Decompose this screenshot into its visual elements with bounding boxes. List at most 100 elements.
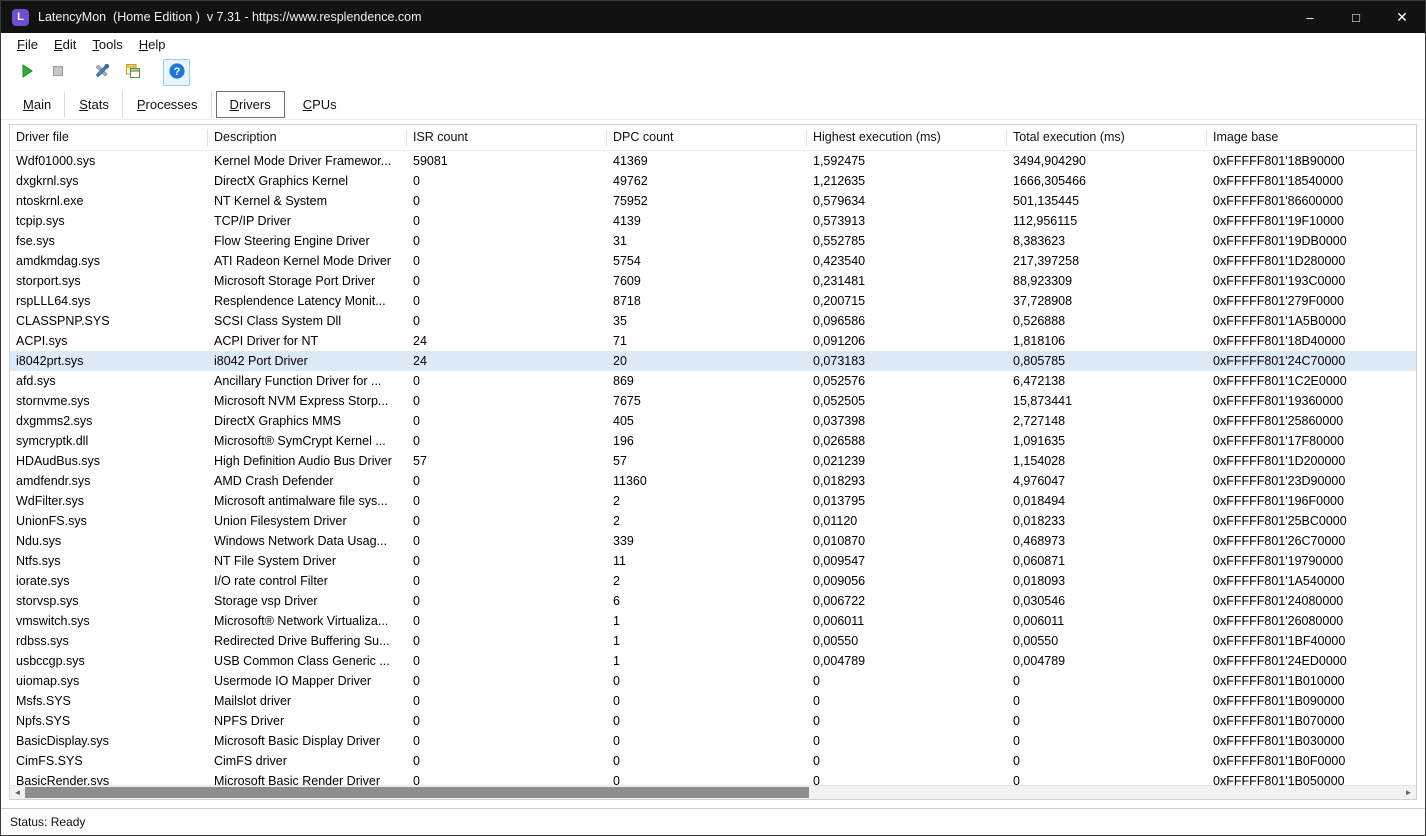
table-cell: 0,805785 [1013,354,1066,368]
tab-processes[interactable]: Processes [123,90,212,118]
table-cell: 0,006011 [813,614,865,628]
tab-cpus[interactable]: CPUs [289,91,351,118]
table-row[interactable]: Ntfs.sys NT File System Driver 0 11 0,009547… [10,551,1416,571]
table-cell: i8042 Port Driver [214,354,308,368]
table-row[interactable]: CLASSPNP.SYS SCSI Class System Dll 0 35 0,09… [10,311,1416,331]
scroll-left-arrow-icon[interactable]: ◄ [10,786,25,799]
table-cell: 0 [413,254,420,268]
table-cell: 11360 [613,474,647,488]
table-row[interactable]: usbccgp.sys USB Common Class Generic ... 0… [10,651,1416,671]
table-cell: Microsoft® SymCrypt Kernel ... [214,434,386,448]
table-row[interactable]: WdFilter.sys Microsoft antimalware file s… [10,491,1416,511]
menu-edit[interactable]: Edit [46,35,84,54]
table-row[interactable]: tcpip.sys TCP/IP Driver 0 4139 0,573913 112,9… [10,211,1416,231]
table-row[interactable]: Npfs.SYS NPFS Driver 0 0 0 0 0xFFFFF801'1B0700… [10,711,1416,731]
table-row[interactable]: afd.sys Ancillary Function Driver for ...… [10,371,1416,391]
table-cell: 0 [813,674,820,688]
menu-tools[interactable]: Tools [84,35,130,54]
tools-button[interactable] [88,59,115,86]
scrollbar-track[interactable] [25,786,1401,799]
table-cell: 0xFFFFF801'24080000 [1213,594,1344,608]
table-cell: NT File System Driver [214,554,337,568]
column-header-description[interactable]: Description [208,129,407,146]
table-cell: 0 [413,494,420,508]
start-monitor-button[interactable] [13,59,40,86]
table-cell: rspLLL64.sys [16,294,91,308]
table-row[interactable]: Msfs.SYS Mailslot driver 0 0 0 0 0xFFFFF801'1B… [10,691,1416,711]
table-row[interactable]: ACPI.sys ACPI Driver for NT 24 71 0,091206 1,… [10,331,1416,351]
table-row[interactable]: amdfendr.sys AMD Crash Defender 0 11360 0,01… [10,471,1416,491]
table-row[interactable]: amdkmdag.sys ATI Radeon Kernel Mode Drive… [10,251,1416,271]
column-header-driver-file[interactable]: Driver file [10,129,208,146]
table-cell: 0 [1013,754,1020,768]
table-cell: ATI Radeon Kernel Mode Driver [214,254,391,268]
maximize-button[interactable]: □ [1333,1,1379,33]
column-header-total-execution[interactable]: Total execution (ms) [1007,129,1207,146]
table-cell: 15,873441 [1013,394,1073,408]
stop-monitor-button[interactable] [44,59,71,86]
table-row[interactable]: stornvme.sys Microsoft NVM Express Storp.… [10,391,1416,411]
table-row[interactable]: storport.sys Microsoft Storage Port Drive… [10,271,1416,291]
table-cell: 0xFFFFF801'26C70000 [1213,534,1346,548]
close-button[interactable]: ✕ [1379,1,1425,33]
scroll-right-arrow-icon[interactable]: ► [1401,786,1416,799]
table-row[interactable]: dxgmms2.sys DirectX Graphics MMS 0 405 0,037… [10,411,1416,431]
table-row[interactable]: iorate.sys I/O rate control Filter 0 2 0,009… [10,571,1416,591]
column-header-dpc-count[interactable]: DPC count [607,129,807,146]
table-cell: uiomap.sys [16,674,80,688]
table-row[interactable]: Ndu.sys Windows Network Data Usag... 0 339 0… [10,531,1416,551]
column-header-image-base[interactable]: Image base [1207,129,1416,146]
scrollbar-thumb[interactable] [25,787,810,798]
table-row[interactable]: CimFS.SYS CimFS driver 0 0 0 0 0xFFFFF801'1B0F… [10,751,1416,771]
table-cell: 0 [613,754,620,768]
table-cell: 0xFFFFF801'19790000 [1213,554,1344,568]
table-row[interactable]: storvsp.sys Storage vsp Driver 0 6 0,006722 0… [10,591,1416,611]
table-row[interactable]: HDAudBus.sys High Definition Audio Bus Dr… [10,451,1416,471]
table-cell: 0xFFFFF801'19DB0000 [1213,234,1347,248]
table-cell: 0 [813,754,820,768]
table-cell: Npfs.SYS [16,714,71,728]
table-cell: Microsoft Basic Display Driver [214,734,381,748]
table-cell: 217,397258 [1013,254,1080,268]
table-cell: CimFS driver [214,754,287,768]
minimize-button[interactable]: – [1287,1,1333,33]
table-row[interactable]: dxgkrnl.sys DirectX Graphics Kernel 0 49762… [10,171,1416,191]
table-cell: 0 [413,474,420,488]
table-row[interactable]: UnionFS.sys Union Filesystem Driver 0 2 0,01… [10,511,1416,531]
table-cell: symcryptk.dll [16,434,89,448]
table-cell: 0xFFFFF801'26080000 [1213,614,1344,628]
table-cell: 7675 [613,394,641,408]
table-row[interactable]: ntoskrnl.exe NT Kernel & System 0 75952 0,57… [10,191,1416,211]
column-header-highest-execution[interactable]: Highest execution (ms) [807,129,1007,146]
table-row[interactable]: symcryptk.dll Microsoft® SymCrypt Kernel … [10,431,1416,451]
table-row[interactable]: vmswitch.sys Microsoft® Network Virtualiz… [10,611,1416,631]
table-row[interactable]: i8042prt.sys i8042 Port Driver 24 20 0,07318… [10,351,1416,371]
tab-stats[interactable]: Stats [65,90,123,118]
column-header-isr-count[interactable]: ISR count [407,129,607,146]
table-cell: Windows Network Data Usag... [214,534,387,548]
table-cell: 0 [1013,734,1020,748]
table-row[interactable]: uiomap.sys Usermode IO Mapper Driver 0 0 0 0 0… [10,671,1416,691]
table-row[interactable]: fse.sys Flow Steering Engine Driver 0 31 0,5… [10,231,1416,251]
copy-report-button[interactable] [119,59,146,86]
horizontal-scrollbar[interactable]: ◄ ► [10,785,1416,799]
table-cell: 0xFFFFF801'18540000 [1213,174,1344,188]
table-cell: Msfs.SYS [16,694,71,708]
table-cell: 49762 [613,174,648,188]
table-cell: 0 [413,394,420,408]
table-cell: 0 [813,694,820,708]
menu-help[interactable]: Help [131,35,174,54]
table-cell: 0 [413,514,420,528]
help-button[interactable]: ? [163,59,190,86]
table-row[interactable]: rspLLL64.sys Resplendence Latency Monit..… [10,291,1416,311]
menu-file[interactable]: File [9,35,46,54]
tab-main[interactable]: Main [9,90,66,118]
table-row[interactable]: Wdf01000.sys Kernel Mode Driver Framewor.… [10,151,1416,171]
table-row[interactable]: BasicRender.sys Microsoft Basic Render Dr… [10,771,1416,785]
table-cell: 0,026588 [813,434,866,448]
table-row[interactable]: rdbss.sys Redirected Drive Buffering Su..… [10,631,1416,651]
tab-drivers[interactable]: Drivers [215,90,285,118]
table-cell: 59081 [413,154,448,168]
table-cell: 0,096586 [813,314,866,328]
table-row[interactable]: BasicDisplay.sys Microsoft Basic Display … [10,731,1416,751]
